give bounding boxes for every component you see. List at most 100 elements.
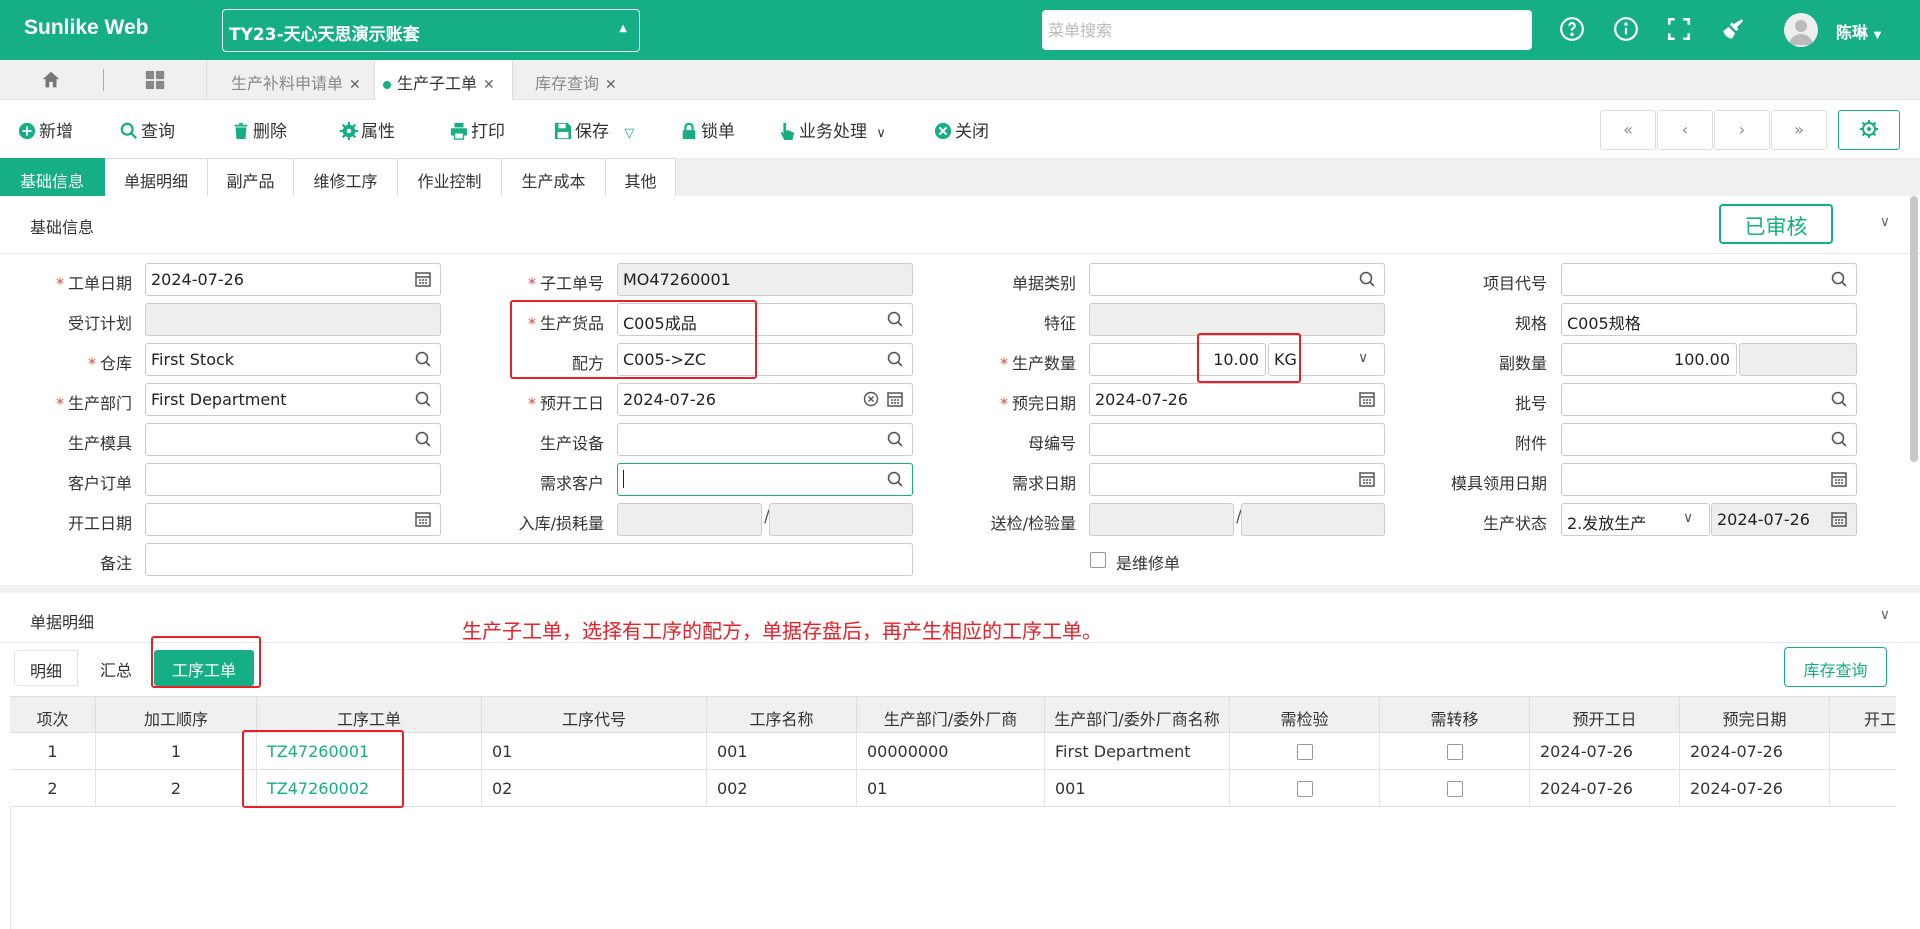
search-icon[interactable] — [1830, 270, 1848, 288]
help-icon[interactable] — [1559, 16, 1585, 42]
properties-button[interactable]: 属性 — [340, 117, 395, 142]
demand-date-field[interactable] — [1089, 463, 1385, 496]
search-icon[interactable] — [1830, 390, 1848, 408]
user-menu[interactable]: 陈琳 ▼ — [1836, 19, 1881, 43]
avatar[interactable] — [1784, 13, 1818, 47]
search-icon[interactable] — [886, 430, 904, 448]
calendar-icon[interactable] — [414, 510, 432, 528]
print-button[interactable]: 打印 — [450, 117, 505, 142]
search-icon[interactable] — [886, 350, 904, 368]
close-button[interactable]: 关闭 — [934, 117, 989, 142]
broom-icon[interactable] — [1720, 16, 1746, 42]
sub-qty-field[interactable]: 100.00 — [1561, 343, 1737, 376]
col-start[interactable]: 开工 — [1830, 697, 1896, 734]
tab-sub-work-order[interactable]: 生产子工单 ✕ — [374, 60, 512, 100]
tab-replenish-request[interactable]: 生产补料申请单 ✕ — [206, 60, 374, 100]
clear-icon[interactable] — [862, 390, 880, 408]
col-work-order[interactable]: 工序工单 — [257, 697, 482, 734]
repair-checkbox[interactable] — [1090, 552, 1106, 568]
doc-type-field[interactable] — [1089, 263, 1385, 296]
equipment-field[interactable] — [617, 423, 913, 456]
business-process-button[interactable]: 业务处理 ∨ — [778, 117, 886, 142]
basic-info-header[interactable]: 基础信息 ∨ — [0, 196, 1920, 254]
stock-query-button[interactable]: 库存查询 — [1784, 647, 1887, 687]
col-op-name[interactable]: 工序名称 — [707, 697, 857, 734]
prod-status-select[interactable]: 2.发放生产 ∨ — [1561, 503, 1710, 536]
info-icon[interactable] — [1613, 16, 1639, 42]
col-need-inspect[interactable]: 需检验 — [1230, 697, 1380, 734]
tab-document-detail[interactable]: 单据明细 — [105, 158, 208, 196]
need-transfer-checkbox[interactable] — [1446, 744, 1463, 760]
chevron-down-icon[interactable]: ∨ — [1880, 607, 1890, 623]
col-dept[interactable]: 生产部门/委外厂商 — [857, 697, 1045, 734]
first-record-button[interactable]: « — [1600, 110, 1656, 150]
parent-no-field[interactable] — [1089, 423, 1385, 456]
calendar-icon[interactable] — [886, 390, 904, 408]
search-icon[interactable] — [886, 470, 904, 488]
mold-date-field[interactable] — [1561, 463, 1857, 496]
need-inspect-checkbox[interactable] — [1296, 781, 1313, 797]
tab-stock-query[interactable]: 库存查询 ✕ — [512, 60, 632, 100]
col-dept-name[interactable]: 生产部门/委外厂商名称 — [1045, 697, 1230, 734]
col-index[interactable]: 项次 — [10, 697, 96, 734]
plan-finish-field[interactable]: 2024-07-26 — [1089, 383, 1385, 416]
mold-field[interactable] — [145, 423, 441, 456]
query-button[interactable]: 查询 — [120, 117, 175, 142]
tab-detail[interactable]: 明细 — [14, 650, 78, 686]
chevron-down-icon[interactable]: ∨ — [1880, 214, 1890, 230]
need-inspect-checkbox[interactable] — [1296, 744, 1313, 760]
home-icon[interactable] — [40, 69, 62, 91]
batch-field[interactable] — [1561, 383, 1857, 416]
customer-order-field[interactable] — [145, 463, 441, 496]
demand-customer-field[interactable] — [617, 463, 913, 496]
calendar-icon[interactable] — [1358, 390, 1376, 408]
lock-button[interactable]: 锁单 — [680, 117, 735, 142]
dept-field[interactable]: First Department — [145, 383, 441, 416]
col-need-transfer[interactable]: 需转移 — [1380, 697, 1530, 734]
attachment-field[interactable] — [1561, 423, 1857, 456]
delete-button[interactable]: 删除 — [232, 117, 287, 142]
plan-start-field[interactable]: 2024-07-26 — [617, 383, 913, 416]
tab-production-cost[interactable]: 生产成本 — [502, 158, 606, 196]
vertical-scrollbar[interactable] — [1910, 196, 1918, 462]
tab-by-product[interactable]: 副产品 — [208, 158, 294, 196]
tab-basic-info[interactable]: 基础信息 — [0, 158, 105, 196]
new-button[interactable]: 新增 — [18, 117, 73, 142]
search-icon[interactable] — [1358, 270, 1376, 288]
col-op-code[interactable]: 工序代号 — [482, 697, 707, 734]
project-code-field[interactable] — [1561, 263, 1857, 296]
calendar-icon[interactable] — [1358, 470, 1376, 488]
save-button[interactable]: 保存 ▽ — [554, 117, 634, 142]
col-seq[interactable]: 加工顺序 — [96, 697, 257, 734]
search-icon[interactable] — [886, 310, 904, 328]
need-transfer-checkbox[interactable] — [1446, 781, 1463, 797]
close-icon[interactable]: ✕ — [483, 77, 495, 93]
col-plan-start[interactable]: 预开工日 — [1530, 697, 1680, 734]
account-selector[interactable]: TY23-天心天思演示账套 ▲ — [222, 9, 640, 52]
apps-grid-icon[interactable] — [144, 69, 166, 91]
start-date-field[interactable] — [145, 503, 441, 536]
order-date-field[interactable]: 2024-07-26 — [145, 263, 441, 296]
prev-record-button[interactable]: ‹ — [1657, 110, 1713, 150]
last-record-button[interactable]: » — [1771, 110, 1827, 150]
settings-button[interactable] — [1838, 110, 1900, 150]
fullscreen-icon[interactable] — [1666, 16, 1692, 42]
warehouse-field[interactable]: First Stock — [145, 343, 441, 376]
tab-other[interactable]: 其他 — [606, 158, 676, 196]
remark-field[interactable] — [145, 543, 913, 576]
search-icon[interactable] — [414, 350, 432, 368]
calendar-icon[interactable] — [414, 270, 432, 288]
col-plan-finish[interactable]: 预完日期 — [1680, 697, 1830, 734]
calendar-icon[interactable] — [1830, 470, 1848, 488]
spec-field[interactable]: C005规格 — [1561, 303, 1857, 336]
tab-operation-control[interactable]: 作业控制 — [398, 158, 502, 196]
menu-search-input[interactable] — [1042, 10, 1532, 50]
close-icon[interactable]: ✕ — [349, 77, 361, 93]
chevron-down-icon[interactable]: ▽ — [624, 126, 634, 141]
search-icon[interactable] — [414, 430, 432, 448]
search-icon[interactable] — [1830, 430, 1848, 448]
tab-summary[interactable]: 汇总 — [80, 650, 152, 686]
search-icon[interactable] — [414, 390, 432, 408]
tab-repair-process[interactable]: 维修工序 — [294, 158, 398, 196]
next-record-button[interactable]: › — [1714, 110, 1770, 150]
